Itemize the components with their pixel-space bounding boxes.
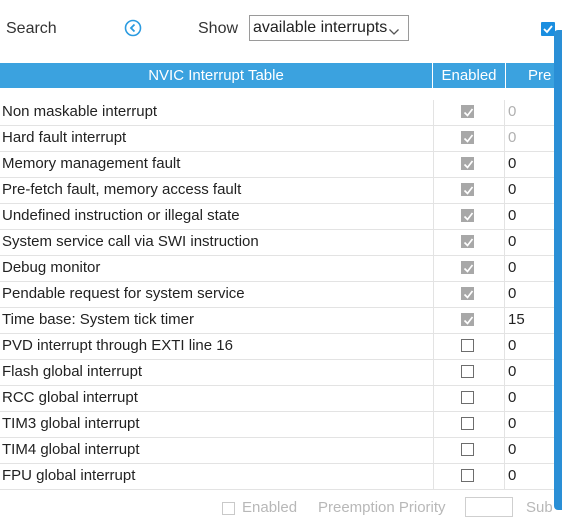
priority-value[interactable]: 0 bbox=[508, 337, 516, 354]
table-row[interactable]: Flash global interrupt 0 bbox=[0, 360, 554, 386]
interrupt-name: Flash global interrupt bbox=[2, 363, 143, 380]
table-row[interactable]: FPU global interrupt 0 bbox=[0, 464, 554, 490]
enabled-cell bbox=[433, 178, 505, 203]
bottom-enabled-checkbox[interactable] bbox=[222, 502, 235, 515]
enabled-checkbox[interactable] bbox=[461, 105, 474, 118]
interrupt-name: FPU global interrupt bbox=[2, 467, 136, 484]
table-row[interactable]: Hard fault interrupt 0 bbox=[0, 126, 554, 152]
table-row[interactable]: System service call via SWI instruction 0 bbox=[0, 230, 554, 256]
bottom-priority-label: Preemption Priority bbox=[318, 499, 446, 516]
priority-value[interactable]: 0 bbox=[508, 363, 516, 380]
enabled-cell bbox=[433, 230, 505, 255]
bottom-enabled-label: Enabled bbox=[242, 499, 298, 516]
priority-value: 0 bbox=[508, 129, 517, 146]
table-row[interactable]: Pre-fetch fault, memory access fault 0 bbox=[0, 178, 554, 204]
chevron-down-icon bbox=[389, 23, 399, 35]
priority-value[interactable]: 0 bbox=[508, 259, 516, 276]
table-row[interactable]: RCC global interrupt 0 bbox=[0, 386, 554, 412]
interrupt-name: Pendable request for system service bbox=[2, 285, 245, 302]
interrupt-name: TIM4 global interrupt bbox=[2, 441, 140, 458]
column-header-name[interactable]: NVIC Interrupt Table bbox=[0, 63, 433, 88]
enabled-cell bbox=[433, 152, 505, 177]
enabled-checkbox[interactable] bbox=[461, 209, 474, 222]
interrupt-table-body: Non maskable interrupt 0 Hard fault interr… bbox=[0, 100, 554, 490]
table-header: NVIC Interrupt Table Enabled Pre bbox=[0, 63, 555, 88]
show-label: Show bbox=[198, 20, 239, 37]
priority-value[interactable]: 0 bbox=[508, 467, 516, 484]
vertical-scrollbar[interactable] bbox=[554, 30, 562, 510]
enabled-cell bbox=[433, 204, 505, 229]
enabled-cell bbox=[433, 282, 505, 307]
interrupt-name: PVD interrupt through EXTI line 16 bbox=[2, 337, 233, 354]
interrupt-name: System service call via SWI instruction bbox=[2, 233, 259, 250]
enabled-cell bbox=[433, 412, 505, 437]
interrupt-name: Non maskable interrupt bbox=[2, 103, 158, 120]
interrupt-name: Pre-fetch fault, memory access fault bbox=[2, 181, 242, 198]
interrupt-name: Undefined instruction or illegal state bbox=[2, 207, 240, 224]
priority-value[interactable]: 0 bbox=[508, 233, 516, 250]
priority-value[interactable]: 15 bbox=[508, 311, 525, 328]
priority-value[interactable]: 0 bbox=[508, 207, 516, 224]
enabled-checkbox[interactable] bbox=[461, 313, 474, 326]
priority-value: 0 bbox=[508, 103, 517, 120]
enabled-checkbox[interactable] bbox=[461, 443, 474, 456]
enabled-checkbox[interactable] bbox=[461, 235, 474, 248]
toolbar: Search Show available interrupts bbox=[0, 0, 562, 60]
table-row[interactable]: PVD interrupt through EXTI line 16 0 bbox=[0, 334, 554, 360]
bottom-editor-bar: Enabled Preemption Priority Sub bbox=[0, 494, 562, 517]
priority-value[interactable]: 0 bbox=[508, 181, 516, 198]
options-checkbox[interactable] bbox=[541, 22, 555, 36]
priority-value[interactable]: 0 bbox=[508, 155, 516, 172]
show-filter-select[interactable]: available interrupts bbox=[249, 15, 409, 41]
priority-value[interactable]: 0 bbox=[508, 285, 516, 302]
search-clear-icon[interactable] bbox=[124, 19, 142, 37]
bottom-priority-select[interactable] bbox=[465, 497, 513, 517]
interrupt-name: Time base: System tick timer bbox=[2, 311, 194, 328]
enabled-cell bbox=[433, 386, 505, 411]
show-filter-value: available interrupts bbox=[253, 19, 388, 36]
table-row[interactable]: TIM3 global interrupt 0 bbox=[0, 412, 554, 438]
interrupt-name: Hard fault interrupt bbox=[2, 129, 127, 146]
column-header-enabled[interactable]: Enabled bbox=[433, 63, 506, 88]
enabled-cell bbox=[433, 334, 505, 359]
enabled-checkbox[interactable] bbox=[461, 183, 474, 196]
priority-value[interactable]: 0 bbox=[508, 441, 516, 458]
interrupt-name: TIM3 global interrupt bbox=[2, 415, 140, 432]
enabled-cell bbox=[433, 360, 505, 385]
table-row[interactable]: Non maskable interrupt 0 bbox=[0, 100, 554, 126]
enabled-checkbox[interactable] bbox=[461, 365, 474, 378]
enabled-cell bbox=[433, 126, 505, 151]
enabled-cell bbox=[433, 438, 505, 463]
enabled-cell bbox=[433, 256, 505, 281]
enabled-cell bbox=[433, 464, 505, 489]
interrupt-name: Memory management fault bbox=[2, 155, 181, 172]
enabled-checkbox[interactable] bbox=[461, 391, 474, 404]
table-row[interactable]: TIM4 global interrupt 0 bbox=[0, 438, 554, 464]
enabled-checkbox[interactable] bbox=[461, 157, 474, 170]
enabled-checkbox[interactable] bbox=[461, 339, 474, 352]
table-row[interactable]: Pendable request for system service 0 bbox=[0, 282, 554, 308]
enabled-checkbox[interactable] bbox=[461, 287, 474, 300]
table-row[interactable]: Debug monitor 0 bbox=[0, 256, 554, 282]
table-row[interactable]: Time base: System tick timer 15 bbox=[0, 308, 554, 334]
enabled-checkbox[interactable] bbox=[461, 469, 474, 482]
enabled-checkbox[interactable] bbox=[461, 261, 474, 274]
priority-value[interactable]: 0 bbox=[508, 415, 516, 432]
bottom-sub-label: Sub bbox=[526, 499, 553, 516]
enabled-cell bbox=[433, 308, 505, 333]
table-row[interactable]: Undefined instruction or illegal state 0 bbox=[0, 204, 554, 230]
search-label: Search bbox=[6, 20, 57, 37]
interrupt-name: RCC global interrupt bbox=[2, 389, 138, 406]
table-row[interactable]: Memory management fault 0 bbox=[0, 152, 554, 178]
enabled-cell bbox=[433, 100, 505, 125]
enabled-checkbox[interactable] bbox=[461, 417, 474, 430]
priority-value[interactable]: 0 bbox=[508, 389, 516, 406]
interrupt-name: Debug monitor bbox=[2, 259, 101, 276]
enabled-checkbox[interactable] bbox=[461, 131, 474, 144]
